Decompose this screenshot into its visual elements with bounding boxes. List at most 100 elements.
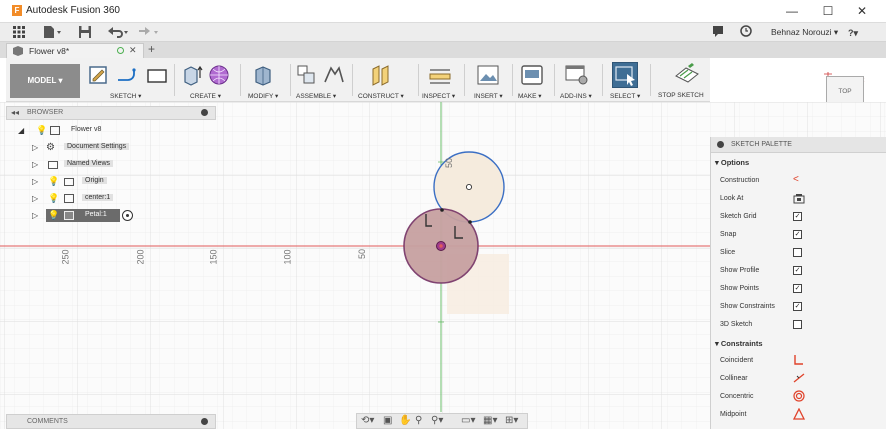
- assemble-group-label[interactable]: ASSEMBLE ▾: [296, 92, 336, 100]
- expand-arrow-icon[interactable]: ▷: [32, 143, 38, 152]
- sketch-palette-title: SKETCH PALETTE: [731, 141, 792, 148]
- measure-icon[interactable]: [428, 66, 452, 88]
- clock-icon[interactable]: [740, 25, 752, 41]
- user-account-menu[interactable]: Behnaz Norouzi ▾: [771, 27, 838, 38]
- orbit-icon[interactable]: ⟲▾: [361, 415, 374, 426]
- browser-header[interactable]: ◂◂ BROWSER: [6, 106, 216, 120]
- look-at-icon[interactable]: [793, 193, 805, 206]
- expand-arrow-icon[interactable]: ▷: [32, 177, 38, 186]
- show-points-checkbox[interactable]: ✓: [793, 284, 802, 293]
- tree-item-origin[interactable]: ▷ 💡 Origin: [6, 175, 216, 189]
- grid-settings-icon[interactable]: ▦▾: [483, 415, 497, 426]
- concentric-icon[interactable]: [793, 390, 805, 404]
- create-group-label[interactable]: CREATE ▾: [190, 92, 221, 100]
- stop-sketch-icon[interactable]: [674, 62, 700, 88]
- visibility-bulb-icon[interactable]: 💡: [48, 194, 59, 203]
- show-constraints-checkbox[interactable]: ✓: [793, 302, 802, 311]
- modify-group-label[interactable]: MODIFY ▾: [248, 92, 278, 100]
- extrude-icon[interactable]: [182, 64, 204, 88]
- sketch-create-icon[interactable]: [88, 64, 110, 88]
- options-title: Options: [720, 158, 750, 167]
- expand-arrow-icon[interactable]: ▷: [32, 194, 38, 203]
- pin-icon[interactable]: [201, 109, 208, 116]
- tree-item-label[interactable]: Named Views: [64, 160, 114, 167]
- file-menu-icon[interactable]: [42, 25, 62, 41]
- viewports-icon[interactable]: ⊞▾: [505, 415, 518, 426]
- document-tab[interactable]: Flower v8* ✕: [6, 43, 144, 58]
- expand-arrow-icon[interactable]: ▷: [32, 211, 38, 220]
- display-settings-icon[interactable]: ▭▾: [461, 415, 475, 426]
- make-group-label[interactable]: MAKE ▾: [518, 92, 542, 100]
- activate-radio-icon[interactable]: [122, 210, 133, 221]
- pan-icon[interactable]: ✋: [399, 415, 411, 426]
- inspect-group-label[interactable]: INSPECT ▾: [422, 92, 455, 100]
- save-icon[interactable]: [78, 25, 92, 41]
- document-tab-label: Flower v8*: [29, 46, 70, 56]
- origin-point: [439, 244, 443, 248]
- look-at-icon[interactable]: ▣: [383, 415, 392, 426]
- fit-icon[interactable]: ⚲▾: [431, 415, 443, 426]
- tree-item-label[interactable]: Document Settings: [64, 143, 130, 150]
- window-title: Autodesk Fusion 360: [26, 5, 120, 16]
- expand-arrow-icon[interactable]: ▷: [32, 160, 38, 169]
- redo-icon[interactable]: [136, 25, 160, 41]
- line-tool-icon[interactable]: [116, 66, 140, 88]
- joint-icon[interactable]: [322, 64, 346, 88]
- scripts-addins-icon[interactable]: [564, 64, 590, 88]
- select-group-label[interactable]: SELECT ▾: [610, 92, 640, 100]
- visibility-bulb-icon[interactable]: 💡: [48, 177, 59, 186]
- construct-group-label[interactable]: CONSTRUCT ▾: [358, 92, 404, 100]
- press-pull-icon[interactable]: [252, 64, 274, 88]
- help-menu[interactable]: ?▾: [848, 25, 858, 41]
- sketch-palette-header[interactable]: SKETCH PALETTE: [711, 137, 886, 153]
- tree-item-label[interactable]: center:1: [82, 194, 114, 201]
- stop-sketch-label[interactable]: STOP SKETCH: [658, 92, 704, 99]
- collapse-left-icon[interactable]: ◂◂: [11, 108, 19, 117]
- 3d-sketch-checkbox[interactable]: [793, 320, 802, 329]
- coincident-icon[interactable]: [793, 354, 805, 368]
- tree-item-center[interactable]: ▷ 💡 center:1: [6, 192, 216, 206]
- show-profile-checkbox[interactable]: ✓: [793, 266, 802, 275]
- addins-group-label[interactable]: ADD-INS ▾: [560, 92, 592, 100]
- tree-item-label[interactable]: Origin: [82, 177, 107, 184]
- data-panel-icon[interactable]: [12, 25, 26, 41]
- snap-checkbox[interactable]: ✓: [793, 230, 802, 239]
- offset-plane-icon[interactable]: [370, 64, 394, 88]
- construction-icon[interactable]: <: [793, 174, 799, 185]
- tree-item-petal[interactable]: ▷ 💡 Petal:1: [6, 209, 216, 223]
- tree-item-label[interactable]: Petal:1: [82, 211, 110, 218]
- midpoint-icon[interactable]: [792, 407, 806, 422]
- undo-icon[interactable]: [106, 25, 130, 41]
- insert-image-icon[interactable]: [476, 64, 500, 88]
- select-tool-icon[interactable]: [612, 62, 638, 88]
- form-sphere-icon[interactable]: [208, 64, 232, 88]
- options-section-header[interactable]: ▾ Options: [715, 158, 749, 167]
- collapse-arrow-icon[interactable]: ◢: [18, 126, 24, 135]
- tree-item-named-views[interactable]: ▷ Named Views: [6, 158, 216, 172]
- sketch-grid-checkbox[interactable]: ✓: [793, 212, 802, 221]
- constraints-section-header[interactable]: ▾ Constraints: [715, 339, 763, 348]
- insert-group-label[interactable]: INSERT ▾: [474, 92, 503, 100]
- tree-root-label[interactable]: Flower v8: [68, 126, 104, 133]
- visibility-bulb-icon[interactable]: 💡: [36, 126, 47, 135]
- visibility-bulb-icon[interactable]: 💡: [48, 211, 59, 220]
- tree-root-row[interactable]: ◢ 💡 Flower v8: [6, 124, 216, 138]
- sketch-group-label[interactable]: SKETCH ▾: [110, 92, 141, 100]
- new-tab-button[interactable]: +: [148, 42, 155, 56]
- collapse-palette-icon[interactable]: [717, 141, 724, 148]
- slice-checkbox[interactable]: [793, 248, 802, 257]
- rectangle-tool-icon[interactable]: [146, 68, 168, 86]
- workspace-switcher[interactable]: MODEL ▾: [10, 64, 80, 98]
- minimize-button[interactable]: —: [780, 3, 804, 19]
- job-status-icon[interactable]: [712, 25, 724, 41]
- new-component-icon[interactable]: [296, 64, 320, 88]
- close-window-button[interactable]: ✕: [850, 3, 874, 19]
- add-comment-icon[interactable]: [201, 418, 208, 425]
- zoom-icon[interactable]: ⚲: [415, 415, 422, 426]
- collinear-icon[interactable]: [793, 372, 805, 386]
- 3d-print-icon[interactable]: [520, 64, 544, 88]
- comments-panel[interactable]: COMMENTS: [6, 414, 216, 429]
- close-tab-button[interactable]: ✕: [129, 45, 137, 56]
- maximize-button[interactable]: ☐: [816, 3, 840, 19]
- tree-item-document-settings[interactable]: ▷ ⚙ Document Settings: [6, 141, 216, 155]
